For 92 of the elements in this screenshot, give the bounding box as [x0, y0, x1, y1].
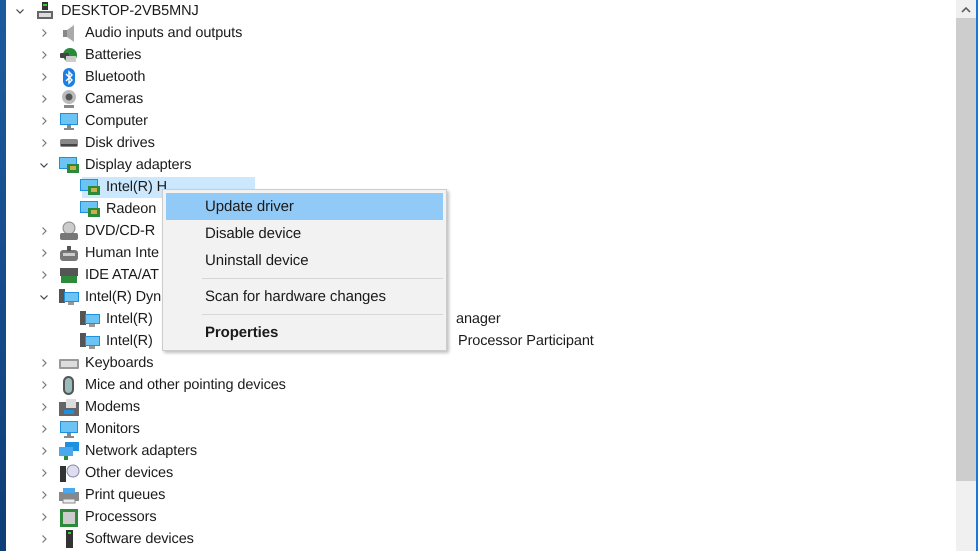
tree-item[interactable]: Cameras — [58, 88, 146, 110]
fax-icon — [58, 396, 80, 418]
tree-item[interactable]: Batteries — [58, 44, 144, 66]
expand-chevron-icon[interactable] — [39, 116, 49, 126]
display-card-icon — [79, 198, 101, 220]
expand-chevron-icon[interactable] — [39, 50, 49, 60]
tree-item[interactable]: Intel(R) — [82, 308, 155, 330]
monitor-icon — [58, 418, 80, 440]
display-card-icon — [58, 154, 80, 176]
item-label: Disk drives — [85, 134, 155, 152]
tree-item[interactable]: Keyboards — [58, 352, 156, 374]
item-label: Modems — [85, 398, 140, 416]
item-label: Batteries — [85, 46, 142, 64]
scrollbar[interactable] — [956, 0, 976, 551]
expand-chevron-icon[interactable] — [39, 490, 49, 500]
item-label: Human Inte — [85, 244, 159, 262]
computer-icon — [34, 0, 56, 22]
expand-chevron-icon[interactable] — [39, 468, 49, 478]
tree-item[interactable]: IDE ATA/AT — [58, 264, 161, 286]
network-icon — [58, 440, 80, 462]
expand-chevron-icon[interactable] — [39, 402, 49, 412]
item-label: Network adapters — [85, 442, 198, 460]
system-device-icon — [79, 330, 101, 352]
software-device-icon — [66, 530, 72, 548]
item-label: Print queues — [85, 486, 166, 504]
menu-item[interactable]: Uninstall device — [166, 247, 443, 274]
collapse-chevron-icon[interactable] — [39, 292, 49, 302]
item-label: Intel(R) — [106, 332, 153, 350]
tree-item[interactable]: Display adapters — [58, 154, 194, 176]
expand-chevron-icon[interactable] — [39, 512, 49, 522]
tree-item[interactable]: Print queues — [58, 484, 168, 506]
system-device-icon — [58, 286, 80, 308]
item-label: DESKTOP-2VB5MNJ — [61, 2, 199, 20]
expand-chevron-icon[interactable] — [39, 226, 49, 236]
item-label: Keyboards — [85, 354, 154, 372]
expand-chevron-icon[interactable] — [39, 270, 49, 280]
expand-chevron-icon[interactable] — [39, 446, 49, 456]
scroll-up-icon[interactable] — [961, 7, 971, 13]
processor-icon — [58, 506, 80, 528]
item-label: DVD/CD-R — [85, 222, 156, 240]
system-device-icon — [79, 308, 101, 330]
expand-chevron-icon[interactable] — [39, 424, 49, 434]
item-label: Mice and other pointing devices — [85, 376, 286, 394]
item-label: Monitors — [85, 420, 140, 438]
expand-chevron-icon[interactable] — [39, 72, 49, 82]
tree-item[interactable]: Processors — [58, 506, 159, 528]
expand-chevron-icon[interactable] — [39, 534, 49, 544]
tree-item[interactable]: Human Inte — [58, 242, 161, 264]
tree-item[interactable]: Network adapters — [58, 440, 200, 462]
item-label: Computer — [85, 112, 148, 130]
disk-drive-icon — [60, 139, 78, 147]
tree-item[interactable]: Mice and other pointing devices — [58, 374, 288, 396]
item-label: Other devices — [85, 464, 174, 482]
expand-chevron-icon[interactable] — [39, 358, 49, 368]
tree-item[interactable]: Radeon — [82, 198, 158, 220]
menu-item[interactable]: Disable device — [166, 220, 443, 247]
item-label: Intel(R) — [106, 310, 153, 328]
tree-item[interactable]: Other devices — [58, 462, 176, 484]
optical-drive-icon — [58, 220, 80, 242]
scrollbar-thumb[interactable] — [956, 18, 976, 481]
menu-item[interactable]: Update driver — [166, 193, 443, 220]
tree-item[interactable]: Computer — [58, 110, 150, 132]
expand-chevron-icon[interactable] — [39, 94, 49, 104]
item-label: Display adapters — [85, 156, 192, 174]
tree-item[interactable]: Bluetooth — [58, 66, 148, 88]
collapse-chevron-icon[interactable] — [39, 160, 49, 170]
expand-chevron-icon[interactable] — [39, 248, 49, 258]
display-card-icon — [79, 176, 101, 198]
item-label: Cameras — [85, 90, 144, 108]
expand-chevron-icon[interactable] — [39, 380, 49, 390]
item-label: IDE ATA/AT — [85, 266, 159, 284]
expand-chevron-icon[interactable] — [39, 138, 49, 148]
monitor-icon — [58, 110, 80, 132]
item-label: anager — [456, 311, 501, 327]
item-label: Bluetooth — [85, 68, 146, 86]
expand-chevron-icon[interactable] — [39, 28, 49, 38]
collapse-chevron-icon[interactable] — [15, 6, 25, 16]
item-label: Intel(R) Dyn — [85, 288, 162, 306]
item-label: Processors — [85, 508, 157, 526]
tree-item[interactable]: Monitors — [58, 418, 142, 440]
tree-item[interactable]: Audio inputs and outputs — [58, 22, 244, 44]
tree-item[interactable]: Software devices — [58, 528, 196, 550]
tree-item[interactable]: Intel(R) — [82, 330, 155, 352]
tree-item[interactable]: Intel(R) Dyn — [58, 286, 164, 308]
tree-item[interactable]: Modems — [58, 396, 142, 418]
tree-item[interactable]: DESKTOP-2VB5MNJ — [34, 0, 201, 22]
tree-item[interactable]: Disk drives — [58, 132, 157, 154]
item-label: Software devices — [85, 530, 194, 548]
item-label: Processor Participant — [458, 333, 594, 349]
item-label: Radeon — [106, 200, 156, 218]
item-label: Audio inputs and outputs — [85, 24, 242, 42]
tree-item[interactable]: DVD/CD-R — [58, 220, 158, 242]
